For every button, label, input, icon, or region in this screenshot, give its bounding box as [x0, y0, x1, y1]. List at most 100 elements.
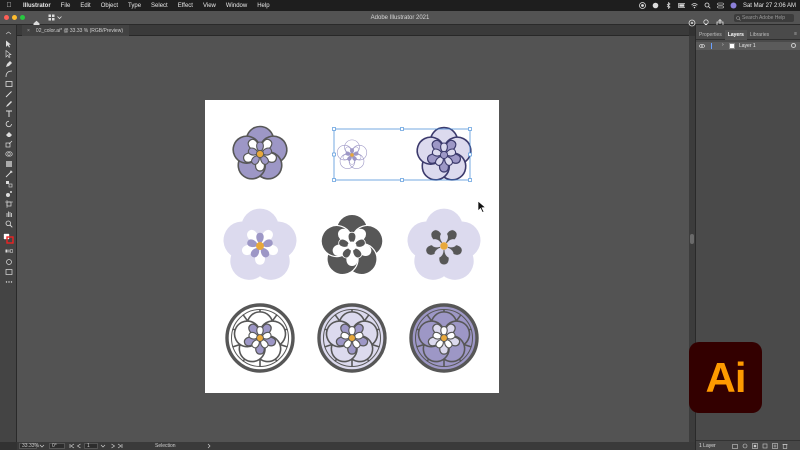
trash-icon[interactable]	[782, 443, 788, 449]
layer-row[interactable]: › Layer 1	[696, 42, 800, 50]
gradient-tool-icon[interactable]	[4, 159, 13, 168]
control-center-icon[interactable]	[717, 2, 724, 9]
type-tool-icon[interactable]	[4, 109, 13, 118]
help-search-input[interactable]: Search Adobe Help	[734, 14, 794, 22]
eye-icon[interactable]	[699, 43, 705, 49]
menu-file[interactable]: File	[56, 3, 76, 9]
artboard-tool-icon[interactable]	[4, 199, 13, 208]
scrollbar-thumb[interactable]	[690, 234, 694, 244]
artboard[interactable]	[205, 100, 499, 393]
chevron-right-icon[interactable]: ›	[722, 42, 724, 48]
wifi-icon[interactable]	[691, 2, 698, 9]
menu-window[interactable]: Window	[221, 3, 252, 9]
close-icon[interactable]: ×	[27, 28, 30, 34]
selection-tool-icon[interactable]	[4, 39, 13, 48]
tab-layers[interactable]: Layers	[724, 30, 747, 40]
layer-name[interactable]: Layer 1	[739, 43, 756, 49]
illustrator-window:  Illustrator File Edit Object Type Sele…	[0, 0, 800, 450]
battery-icon[interactable]	[678, 2, 685, 9]
chevron-down-icon[interactable]	[100, 443, 106, 449]
flower-2[interactable]	[335, 139, 368, 172]
bluetooth-icon[interactable]	[665, 2, 672, 9]
siri-icon[interactable]	[730, 2, 737, 9]
direct-selection-tool-icon[interactable]	[4, 49, 13, 58]
creative-cloud-icon[interactable]	[652, 2, 659, 9]
paintbrush-tool-icon[interactable]	[4, 89, 13, 98]
flower-6[interactable]	[403, 208, 486, 288]
rotate-tool-icon[interactable]	[4, 119, 13, 128]
search-icon[interactable]	[704, 2, 711, 9]
chevron-down-icon[interactable]	[39, 443, 45, 449]
pencil-tool-icon[interactable]	[4, 99, 13, 108]
layers-footer: 1 Layer	[696, 440, 800, 450]
rotation-field[interactable]: 0°	[49, 443, 65, 449]
fill-stroke-swatch[interactable]	[3, 233, 14, 244]
menu-app[interactable]: Illustrator	[18, 3, 56, 9]
collapse-icon[interactable]	[4, 29, 13, 38]
flower-3[interactable]	[414, 126, 475, 186]
layer-count: 1 Layer	[699, 442, 716, 449]
symbol-sprayer-tool-icon[interactable]	[4, 189, 13, 198]
tools-panel	[0, 25, 17, 442]
flower-7[interactable]	[225, 303, 295, 373]
menu-effect[interactable]: Effect	[173, 3, 198, 9]
clipping-mask-icon[interactable]	[752, 443, 758, 449]
close-window-button[interactable]	[4, 15, 9, 20]
menu-object[interactable]: Object	[96, 3, 123, 9]
previous-artboard-icon[interactable]	[76, 443, 82, 449]
first-artboard-icon[interactable]	[69, 443, 75, 449]
menu-view[interactable]: View	[198, 3, 221, 9]
more-tools-icon[interactable]	[4, 277, 13, 286]
eraser-tool-icon[interactable]	[4, 129, 13, 138]
zoom-tool-icon[interactable]	[4, 219, 13, 228]
zoom-window-button[interactable]	[20, 15, 25, 20]
flower-8[interactable]	[317, 303, 387, 373]
artboard-number-field[interactable]: 1	[84, 443, 98, 449]
export-icon[interactable]	[732, 443, 738, 449]
zoom-level-field[interactable]: 33.33%	[19, 443, 39, 449]
lightbulb-icon[interactable]	[702, 14, 710, 27]
rectangle-tool-icon[interactable]	[4, 79, 13, 88]
home-icon[interactable]	[33, 14, 40, 27]
tab-properties[interactable]: Properties	[696, 30, 725, 40]
workspace-switcher[interactable]	[48, 14, 62, 21]
search-icon	[736, 15, 741, 21]
shape-builder-tool-icon[interactable]	[4, 149, 13, 158]
apple-icon[interactable]: 	[0, 2, 18, 9]
curvature-tool-icon[interactable]	[4, 69, 13, 78]
chevron-down-icon	[57, 16, 62, 20]
new-sublayer-icon[interactable]	[762, 443, 768, 449]
menu-help[interactable]: Help	[252, 3, 274, 9]
draw-mode-icon[interactable]	[4, 257, 13, 266]
locate-object-icon[interactable]	[742, 443, 748, 449]
canvas-area[interactable]	[17, 36, 689, 442]
flower-9[interactable]	[409, 303, 479, 373]
next-artboard-icon[interactable]	[110, 443, 116, 449]
artwork-layer[interactable]	[205, 100, 499, 393]
pen-tool-icon[interactable]	[4, 59, 13, 68]
screen-mode-icon[interactable]	[4, 267, 13, 276]
record-icon[interactable]	[639, 2, 646, 9]
blend-tool-icon[interactable]	[4, 179, 13, 188]
tab-libraries[interactable]: Libraries	[747, 30, 772, 40]
discover-icon[interactable]	[688, 14, 696, 27]
flower-4[interactable]	[219, 208, 302, 288]
flower-5[interactable]	[317, 213, 387, 280]
last-artboard-icon[interactable]	[117, 443, 123, 449]
share-icon[interactable]	[716, 14, 724, 27]
eyedropper-tool-icon[interactable]	[4, 169, 13, 178]
scale-tool-icon[interactable]	[4, 139, 13, 148]
new-layer-icon[interactable]	[772, 443, 778, 449]
menu-edit[interactable]: Edit	[75, 3, 95, 9]
menu-select[interactable]: Select	[146, 3, 173, 9]
chevron-right-icon[interactable]	[206, 443, 212, 449]
hand-tool-icon[interactable]	[4, 209, 13, 218]
document-tab[interactable]: × 02_color.ai* @ 33.33 % (RGB/Preview)	[22, 25, 129, 36]
minimize-window-button[interactable]	[12, 15, 17, 20]
menu-type[interactable]: Type	[123, 3, 146, 9]
flower-1[interactable]	[230, 125, 291, 185]
panel-menu-icon[interactable]: ≡	[794, 31, 797, 37]
target-icon[interactable]	[791, 43, 796, 48]
color-mode-icon[interactable]	[4, 247, 13, 256]
clock[interactable]: Sat Mar 27 2:06 AM	[743, 3, 796, 9]
